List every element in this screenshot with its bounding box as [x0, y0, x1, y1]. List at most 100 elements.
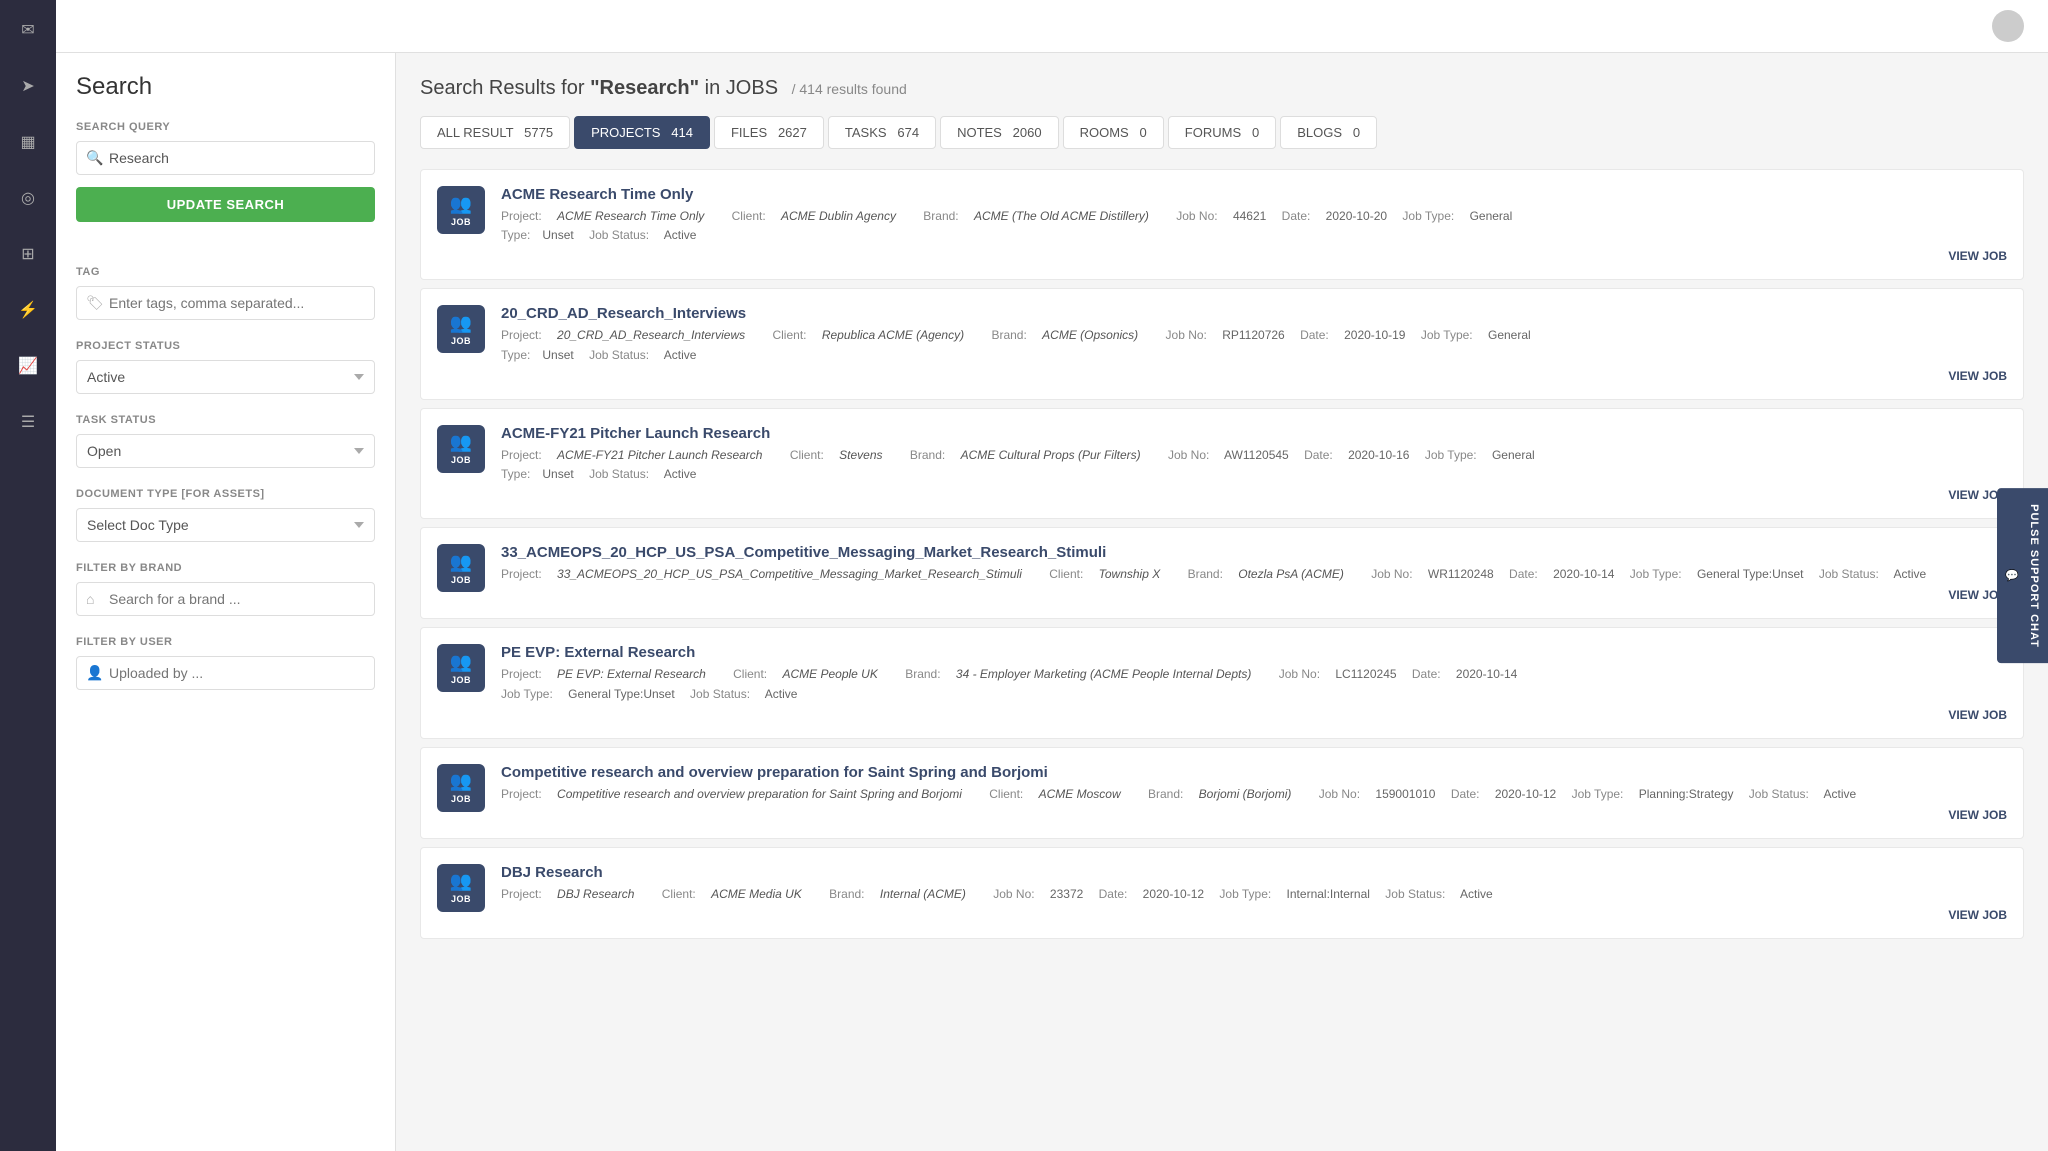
filter-user-input[interactable] [76, 656, 375, 690]
card-content: 33_ACMEOPS_20_HCP_US_PSA_Competitive_Mes… [501, 544, 2007, 602]
tag-section: TAG 🏷 [76, 266, 375, 320]
tab-rooms[interactable]: ROOMS 0 [1063, 116, 1164, 149]
topbar [56, 0, 2048, 53]
pulse-support-chat[interactable]: PULSE SUPPORT CHAT 💬 [1997, 488, 2048, 664]
sidebar-icon-send[interactable]: ➤ [10, 68, 46, 104]
avatar-people-icon: 👥 [450, 871, 472, 892]
card-title: Competitive research and overview prepar… [501, 764, 2007, 781]
search-input[interactable] [76, 141, 375, 175]
view-job-link[interactable]: VIEW JOB [501, 369, 2007, 383]
view-job-link[interactable]: VIEW JOB [501, 488, 2007, 502]
sidebar-icon-image[interactable]: ⊞ [10, 236, 46, 272]
page: Search SEARCH QUERY 🔍 UPDATE SEARCH TAG … [56, 53, 2048, 1151]
doc-type-section: DOCUMENT TYPE [FOR ASSETS] Select Doc Ty… [76, 488, 375, 542]
sidebar-icon-list[interactable]: ☰ [10, 404, 46, 440]
filter-user-wrapper: 👤 [76, 656, 375, 690]
left-panel: Search SEARCH QUERY 🔍 UPDATE SEARCH TAG … [56, 53, 396, 1151]
sidebar-icon-rocket[interactable]: ⚡ [10, 292, 46, 328]
project-status-select[interactable]: Active Inactive All [76, 360, 375, 394]
card-content: ACME-FY21 Pitcher Launch Research Projec… [501, 425, 2007, 502]
in-text: in JOBS [705, 77, 784, 99]
project-status-label: PROJECT STATUS [76, 340, 375, 352]
chat-bubble-icon: 💬 [2005, 569, 2020, 582]
results-list: 👥 JOB ACME Research Time Only Project: A… [420, 169, 2024, 939]
card-meta: Project: PE EVP: External Research Clien… [501, 665, 2007, 684]
search-input-wrapper: 🔍 [76, 141, 375, 175]
sidebar-icon-mail[interactable]: ✉ [10, 12, 46, 48]
main-content: Search SEARCH QUERY 🔍 UPDATE SEARCH TAG … [56, 0, 2048, 1151]
filter-brand-input[interactable] [76, 582, 375, 616]
avatar-people-icon: 👥 [450, 771, 472, 792]
job-avatar: 👥 JOB [437, 305, 485, 353]
card-title: 20_CRD_AD_Research_Interviews [501, 305, 2007, 322]
update-search-button[interactable]: UPDATE SEARCH [76, 187, 375, 222]
search-icon: 🔍 [86, 150, 103, 167]
filter-brand-label: FILTER BY BRAND [76, 562, 375, 574]
page-title: Search [76, 73, 375, 101]
tab-tasks[interactable]: TASKS 674 [828, 116, 936, 149]
task-status-select[interactable]: Open Closed All [76, 434, 375, 468]
job-avatar: 👥 JOB [437, 864, 485, 912]
tag-input[interactable] [76, 286, 375, 320]
search-query-section: SEARCH QUERY 🔍 UPDATE SEARCH [76, 121, 375, 246]
card-meta: Project: 33_ACMEOPS_20_HCP_US_PSA_Compet… [501, 565, 2007, 584]
card-meta: Project: DBJ Research Client: ACME Media… [501, 885, 2007, 904]
search-query-label: SEARCH QUERY [76, 121, 375, 133]
avatar-people-icon: 👥 [450, 194, 472, 215]
avatar-people-icon: 👥 [450, 552, 472, 573]
tag-input-wrapper: 🏷 [76, 286, 375, 320]
job-avatar: 👥 JOB [437, 764, 485, 812]
view-job-link[interactable]: VIEW JOB [501, 708, 2007, 722]
tab-files[interactable]: FILES 2627 [714, 116, 824, 149]
card-title: PE EVP: External Research [501, 644, 2007, 661]
card-meta-2: Job Type: General Type:Unset Job Status:… [501, 685, 2007, 704]
card-meta: Project: 20_CRD_AD_Research_Interviews C… [501, 326, 2007, 345]
result-card: 👥 JOB PE EVP: External Research Project:… [420, 627, 2024, 738]
card-meta-2: Type:Unset Job Status: Active [501, 465, 2007, 484]
card-meta-2: Type:Unset Job Status: Active [501, 346, 2007, 365]
card-title: ACME Research Time Only [501, 186, 2007, 203]
view-job-link[interactable]: VIEW JOB [501, 588, 2007, 602]
result-card: 👥 JOB 33_ACMEOPS_20_HCP_US_PSA_Competiti… [420, 527, 2024, 619]
task-status-section: TASK STATUS Open Closed All [76, 414, 375, 468]
card-content: 20_CRD_AD_Research_Interviews Project: 2… [501, 305, 2007, 382]
doc-type-select[interactable]: Select Doc Type [76, 508, 375, 542]
job-avatar: 👥 JOB [437, 425, 485, 473]
search-term: "Research" [590, 77, 699, 99]
card-content: PE EVP: External Research Project: PE EV… [501, 644, 2007, 721]
card-meta: Project: Competitive research and overvi… [501, 785, 2007, 804]
tab-projects[interactable]: PROJECTS 414 [574, 116, 710, 149]
view-job-link[interactable]: VIEW JOB [501, 249, 2007, 263]
results-count: / 414 results found [792, 81, 907, 97]
user-avatar[interactable] [1992, 10, 2024, 42]
job-avatar: 👥 JOB [437, 186, 485, 234]
job-avatar: 👥 JOB [437, 544, 485, 592]
avatar-people-icon: 👥 [450, 652, 472, 673]
card-meta: Project: ACME-FY21 Pitcher Launch Resear… [501, 446, 2007, 465]
card-content: ACME Research Time Only Project: ACME Re… [501, 186, 2007, 263]
pulse-chat-label: PULSE SUPPORT CHAT [2028, 504, 2040, 648]
card-meta-2: Type:Unset Job Status: Active [501, 226, 2007, 245]
avatar-people-icon: 👥 [450, 313, 472, 334]
sidebar-icon-circle[interactable]: ◎ [10, 180, 46, 216]
tab-notes[interactable]: NOTES 2060 [940, 116, 1059, 149]
tab-blogs[interactable]: BLOGS 0 [1280, 116, 1377, 149]
avatar-people-icon: 👥 [450, 432, 472, 453]
brand-icon: ⌂ [86, 591, 94, 607]
tab-forums[interactable]: FORUMS 0 [1168, 116, 1276, 149]
project-status-section: PROJECT STATUS Active Inactive All [76, 340, 375, 394]
tab-all-result[interactable]: ALL RESULT 5775 [420, 116, 570, 149]
sidebar-icon-chart[interactable]: 📈 [10, 348, 46, 384]
card-title: 33_ACMEOPS_20_HCP_US_PSA_Competitive_Mes… [501, 544, 2007, 561]
view-job-link[interactable]: VIEW JOB [501, 808, 2007, 822]
job-avatar: 👥 JOB [437, 644, 485, 692]
task-status-label: TASK STATUS [76, 414, 375, 426]
filter-user-label: FILTER BY USER [76, 636, 375, 648]
view-job-link[interactable]: VIEW JOB [501, 908, 2007, 922]
result-card: 👥 JOB Competitive research and overview … [420, 747, 2024, 839]
card-content: DBJ Research Project: DBJ Research Clien… [501, 864, 2007, 922]
sidebar-icon-calendar[interactable]: ▦ [10, 124, 46, 160]
user-icon: 👤 [86, 665, 103, 682]
card-title: ACME-FY21 Pitcher Launch Research [501, 425, 2007, 442]
tag-label: TAG [76, 266, 375, 278]
